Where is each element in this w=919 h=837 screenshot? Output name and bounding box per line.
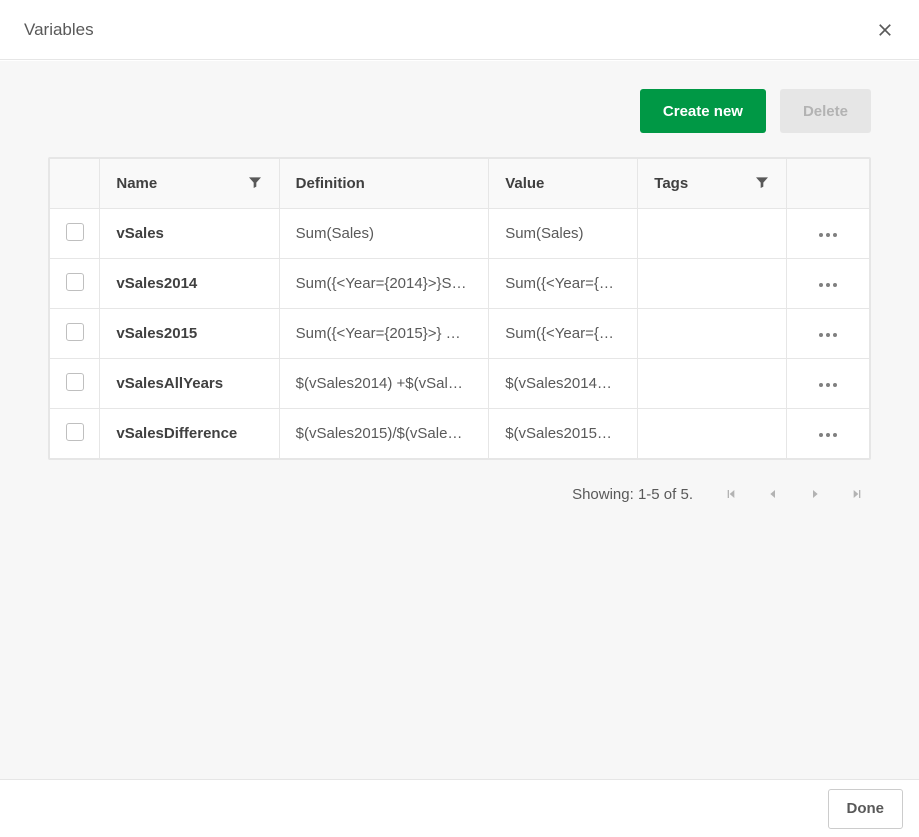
row-checkbox[interactable]	[66, 323, 84, 341]
pagination-showing-text: Showing: 1-5 of 5.	[572, 486, 693, 503]
cell-definition: Sum(Sales)	[279, 209, 489, 259]
row-menu-button[interactable]	[811, 427, 845, 443]
cell-name: vSales2015	[100, 309, 279, 359]
cell-tags	[638, 259, 787, 309]
header-tags-label: Tags	[654, 175, 688, 192]
row-menu-button[interactable]	[811, 277, 845, 293]
cell-name: vSales	[100, 209, 279, 259]
header-menu-cell	[787, 159, 870, 209]
cell-tags	[638, 309, 787, 359]
dialog-header: Variables	[0, 0, 919, 60]
row-checkbox[interactable]	[66, 423, 84, 441]
cell-tags	[638, 359, 787, 409]
create-new-button[interactable]: Create new	[640, 89, 766, 133]
table-row[interactable]: vSalesDifference $(vSales2015)/$(vSale… …	[50, 409, 870, 459]
cell-value: $(vSales2015…	[489, 409, 638, 459]
cell-value: Sum({<Year={…	[489, 259, 638, 309]
table-row[interactable]: vSales Sum(Sales) Sum(Sales)	[50, 209, 870, 259]
cell-definition: Sum({<Year={2014}>}S…	[279, 259, 489, 309]
header-name[interactable]: Name	[100, 159, 279, 209]
dialog-title: Variables	[24, 20, 94, 40]
close-button[interactable]	[867, 12, 903, 48]
header-value[interactable]: Value	[489, 159, 638, 209]
pager-first-button[interactable]	[721, 484, 741, 504]
cell-name: vSalesAllYears	[100, 359, 279, 409]
pager-prev-button[interactable]	[763, 484, 783, 504]
filter-icon[interactable]	[247, 174, 263, 194]
row-menu-button[interactable]	[811, 227, 845, 243]
row-checkbox[interactable]	[66, 373, 84, 391]
close-icon	[876, 21, 894, 39]
chevron-left-icon	[765, 486, 781, 502]
row-menu-button[interactable]	[811, 377, 845, 393]
cell-definition: $(vSales2014) +$(vSal…	[279, 359, 489, 409]
cell-definition: Sum({<Year={2015}>} …	[279, 309, 489, 359]
header-definition[interactable]: Definition	[279, 159, 489, 209]
header-definition-label: Definition	[296, 175, 365, 192]
delete-button: Delete	[780, 89, 871, 133]
row-menu-button[interactable]	[811, 327, 845, 343]
done-button[interactable]: Done	[828, 789, 904, 829]
table-row[interactable]: vSales2015 Sum({<Year={2015}>} … Sum({<Y…	[50, 309, 870, 359]
table-row[interactable]: vSalesAllYears $(vSales2014) +$(vSal… $(…	[50, 359, 870, 409]
table-row[interactable]: vSales2014 Sum({<Year={2014}>}S… Sum({<Y…	[50, 259, 870, 309]
cell-value: Sum(Sales)	[489, 209, 638, 259]
header-checkbox-cell	[50, 159, 100, 209]
dialog-footer: Done	[0, 779, 919, 837]
variables-table: Name Definition Value T	[48, 157, 871, 460]
cell-tags	[638, 209, 787, 259]
pager-next-button[interactable]	[805, 484, 825, 504]
row-checkbox[interactable]	[66, 223, 84, 241]
cell-tags	[638, 409, 787, 459]
cell-value: $(vSales2014…	[489, 359, 638, 409]
chevron-right-icon	[807, 486, 823, 502]
action-bar: Create new Delete	[48, 89, 871, 133]
header-tags[interactable]: Tags	[638, 159, 787, 209]
row-checkbox[interactable]	[66, 273, 84, 291]
chevron-first-icon	[723, 486, 739, 502]
cell-name: vSalesDifference	[100, 409, 279, 459]
cell-definition: $(vSales2015)/$(vSale…	[279, 409, 489, 459]
dialog-body: Create new Delete Name	[0, 60, 919, 779]
pager-buttons	[721, 484, 867, 504]
chevron-last-icon	[849, 486, 865, 502]
pagination: Showing: 1-5 of 5.	[48, 484, 871, 504]
cell-value: Sum({<Year={…	[489, 309, 638, 359]
cell-name: vSales2014	[100, 259, 279, 309]
header-value-label: Value	[505, 175, 544, 192]
filter-icon[interactable]	[754, 174, 770, 194]
pager-last-button[interactable]	[847, 484, 867, 504]
header-name-label: Name	[116, 175, 157, 192]
